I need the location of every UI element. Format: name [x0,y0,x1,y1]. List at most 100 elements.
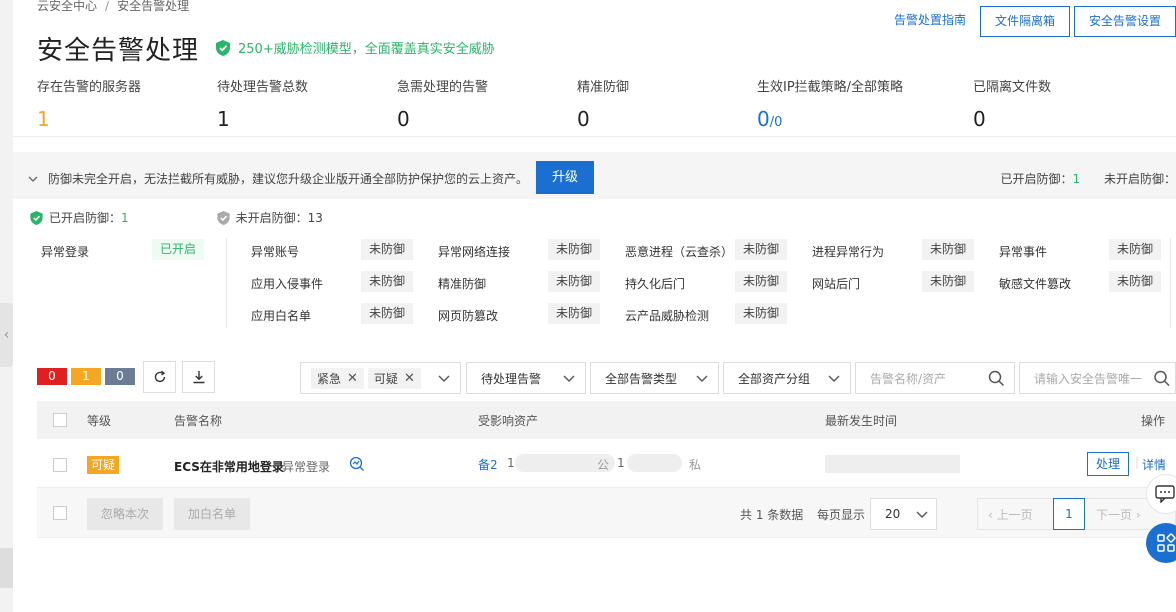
protection-abnormal-account: 异常账号 [251,245,300,259]
chevron-down-icon [563,375,575,382]
action-separator: | [1135,455,1140,469]
stat-value[interactable]: 1 [37,107,217,131]
download-icon [193,371,204,384]
suspicious-count[interactable]: 1 [71,368,101,385]
stat-value[interactable]: 0/0 [757,107,973,131]
per-page-label: 每页显示 [817,508,866,522]
protection-status-badge[interactable]: 未防御 [1109,271,1162,292]
protection-status-badge[interactable]: 未防御 [922,239,975,260]
protection-status-badge[interactable]: 未防御 [735,239,788,260]
detail-link[interactable]: 详情 [1142,456,1166,473]
asset-name-link[interactable]: 备2 [478,456,498,473]
stat-value: 1 [217,107,230,131]
chevron-down-icon [438,375,450,382]
protection-status-badge[interactable]: 未防御 [361,271,414,292]
redacted-time [825,455,960,473]
select-all-checkbox[interactable] [53,413,67,427]
stat-servers-with-alerts: 存在告警的服务器 1 [37,76,217,131]
current-page[interactable]: 1 [1053,498,1085,530]
reminder-count[interactable]: 0 [105,368,135,385]
protection-status-badge[interactable]: 未防御 [548,303,601,324]
upgrade-button[interactable]: 升级 [536,161,594,194]
table-row: 可疑 ECS在非常用地登录 异常登录 备2 1 公 1 私 处理 | 详情 [37,440,1176,488]
pagination: ‹ 上一页 1 下一页 › [977,498,1176,530]
stat-label: 生效IP拦截策略/全部策略 [757,80,904,95]
footer-select-checkbox[interactable] [53,506,67,520]
protection-status-badge[interactable]: 未防御 [548,239,601,260]
search-input[interactable]: 告警名称/资产 [855,362,1015,394]
protection-status-badge[interactable]: 未防御 [735,271,788,292]
refresh-button[interactable] [143,361,176,393]
close-icon[interactable]: ✕ [347,371,358,386]
protection-app-whitelist: 应用白名单 [251,309,312,323]
row-checkbox[interactable] [53,458,67,472]
protection-status-badge[interactable]: 未防御 [735,303,788,324]
private-ip-label: 私 [689,458,702,472]
search-icon[interactable] [1152,370,1172,387]
table-footer: 忽略本次 加白名单 共 1 条数据 每页显示 20 ‹ 上一页 1 下一页 › [37,488,1176,538]
download-button[interactable] [182,361,215,393]
stat-label: 待处理告警总数 [217,80,309,95]
stat-label: 已隔离文件数 [973,80,1052,95]
chevron-down-icon[interactable] [28,174,38,184]
prev-page-button[interactable]: ‹ 上一页 [988,506,1033,523]
protection-status-badge[interactable]: 未防御 [548,271,601,292]
stat-value-main: 0 [757,107,770,131]
apps-menu-button[interactable] [1146,523,1176,563]
protection-status-badge[interactable]: 未防御 [1109,239,1162,260]
alert-settings-button[interactable]: 安全告警设置 [1073,6,1176,37]
alert-level-counts: 0 1 0 [37,368,139,385]
left-nav-strip: ‹ [0,0,13,612]
handle-button[interactable]: 处理 [1087,452,1129,476]
chevron-left-icon: ‹ [3,327,10,343]
level-filter-select[interactable]: 紧急 ✕ 可疑 ✕ [300,362,461,394]
shield-grey-icon [217,210,230,225]
stat-label: 存在告警的服务器 [37,80,142,95]
stat-quarantined-files: 已隔离文件数 0 [973,76,1153,131]
ignore-button[interactable]: 忽略本次 [87,498,164,530]
header-name: 告警名称 [174,414,223,428]
breadcrumb-root[interactable]: 云安全中心 [37,0,97,13]
alert-name-link[interactable]: ECS在非常用地登录 [174,458,284,475]
status-filter-value: 待处理告警 [481,371,542,386]
breadcrumb-current: 安全告警处理 [117,0,190,13]
protection-malicious-process: 恶意进程（云查杀） [625,245,734,259]
close-icon[interactable]: ✕ [404,371,415,386]
group-filter-value: 全部资产分组 [738,371,811,386]
protection-status-badge[interactable]: 未防御 [922,271,975,292]
stat-urgent-alerts: 急需处理的告警 0 [397,76,577,131]
total-count: 共 1 条数据 [740,508,804,522]
asset-ip-fragment: 1 [617,456,625,470]
alert-id-search-input[interactable]: 请输入安全告警唯一 [1019,362,1176,394]
alert-guide-link[interactable]: 告警处置指南 [894,11,966,28]
search-icon[interactable] [988,370,1005,387]
page-size-select[interactable]: 20 [870,498,937,530]
trace-analysis-icon[interactable] [349,456,365,472]
enabled-summary: 已开启防御： 1 [30,209,129,226]
next-page-button[interactable]: 下一页 › [1096,506,1141,523]
protection-status-badge[interactable]: 未防御 [361,239,414,260]
group-filter-select[interactable]: 全部资产分组 [723,362,851,394]
prev-label: 上一页 [996,508,1033,522]
search2-placeholder: 请输入安全告警唯一 [1034,371,1143,386]
stat-pending-alerts: 待处理告警总数 1 [217,76,397,131]
add-whitelist-button[interactable]: 加白名单 [174,498,251,530]
protection-abnormal-login: 异常登录 [41,245,90,259]
urgent-count[interactable]: 0 [37,368,67,385]
chevron-down-icon [916,511,928,518]
collapse-nav-toggle[interactable]: ‹ [0,303,13,367]
summary-disabled-label: 未开启防御： [235,211,308,225]
protection-abnormal-event: 异常事件 [999,245,1048,259]
warning-text: 防御未完全开启，无法拦截所有威胁，建议您升级企业版开通全部防护保护您的云上资产。 [48,172,529,186]
divider [13,136,1176,137]
protection-status-badge[interactable]: 未防御 [361,303,414,324]
protection-status-badge[interactable]: 已开启 [152,239,205,260]
disabled-summary: 未开启防御： 13 [217,209,323,226]
protection-web-tamper: 网页防篡改 [438,309,499,323]
header-action: 操作 [1141,414,1166,428]
type-filter-select[interactable]: 全部告警类型 [590,362,719,394]
stat-precise-defense: 精准防御 0 [577,76,757,131]
table-header: 等级 告警名称 受影响资产 最新发生时间 操作 [37,401,1176,439]
status-filter-select[interactable]: 待处理告警 [466,362,586,394]
file-quarantine-button[interactable]: 文件隔离箱 [979,6,1070,37]
